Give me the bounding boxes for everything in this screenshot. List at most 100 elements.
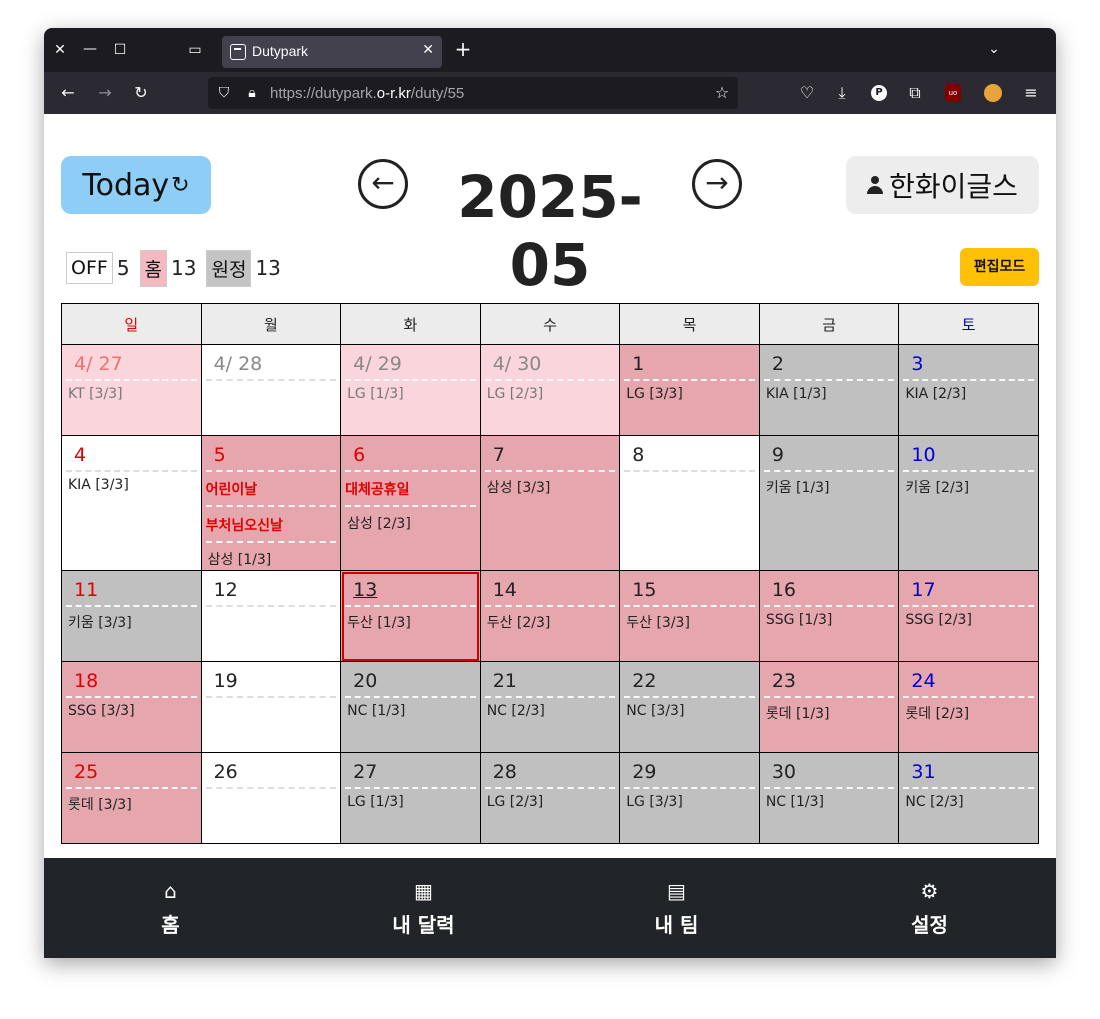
tab-close-icon[interactable]: ✕ bbox=[422, 42, 434, 58]
tab-overview-icon[interactable]: ▭ bbox=[185, 40, 205, 60]
forward-icon[interactable]: → bbox=[95, 83, 115, 103]
day-cell[interactable]: 29 LG [3/3] bbox=[619, 752, 760, 844]
game-label: 삼성 [1/3] bbox=[207, 552, 272, 568]
day-number: 3 bbox=[903, 349, 1034, 381]
day-cell[interactable]: 17 SSG [2/3] bbox=[898, 570, 1039, 662]
ublock-icon[interactable]: uo bbox=[945, 84, 961, 102]
day-cell[interactable]: 25 롯데 [3/3] bbox=[61, 752, 202, 844]
day-cell[interactable]: 22 NC [3/3] bbox=[619, 661, 760, 753]
tab-dutypark[interactable]: Dutypark ✕ bbox=[222, 36, 442, 68]
person-icon bbox=[867, 176, 884, 194]
day-cell[interactable]: 6 대체공휴일 삼성 [2/3] bbox=[340, 435, 481, 571]
duty-legend: OFF 5 홈 13 원정 13 bbox=[66, 248, 281, 288]
download-icon[interactable]: ⤓ bbox=[832, 83, 852, 103]
day-number: 29 bbox=[624, 757, 755, 789]
game-label: 키움 [1/3] bbox=[765, 480, 830, 496]
legend-home: 홈 13 bbox=[139, 249, 197, 287]
nav-home[interactable]: ⌂ 홈 bbox=[44, 858, 297, 958]
star-icon[interactable]: ☆ bbox=[712, 83, 732, 103]
day-cell[interactable]: 9 키움 [1/3] bbox=[758, 435, 900, 571]
day-cell[interactable]: 14 두산 [2/3] bbox=[479, 570, 621, 662]
legend-home-label: 홈 bbox=[139, 249, 168, 287]
chevron-down-icon[interactable]: ⌄ bbox=[984, 39, 1004, 59]
nav-my-team[interactable]: ▤ 내 팀 bbox=[550, 858, 803, 958]
nav-settings-label: 설정 bbox=[911, 912, 948, 937]
menu-icon[interactable]: ≡ bbox=[1021, 83, 1041, 103]
calendar-week: 25 롯데 [3/3] 26 27 LG [1/3] 28 LG [2/3] 29 LG… bbox=[61, 752, 1039, 844]
month-navigation: ← 2025-05 → bbox=[358, 159, 742, 299]
day-cell[interactable]: 20 NC [1/3] bbox=[340, 661, 481, 753]
extension-cookie-icon[interactable] bbox=[984, 84, 1002, 102]
nav-bar: ← → ↻ ⛉ 🔒︎ https://dutypark.o-r.kr/duty/… bbox=[44, 72, 1056, 114]
day-cell[interactable]: 18 SSG [3/3] bbox=[61, 661, 202, 753]
day-number: 10 bbox=[903, 440, 1034, 472]
close-window-icon[interactable]: ✕ bbox=[50, 40, 70, 60]
new-tab-icon[interactable]: + bbox=[453, 39, 473, 59]
day-number: 4/ 27 bbox=[66, 349, 197, 381]
game-label: LG [1/3] bbox=[347, 386, 404, 402]
day-cell[interactable]: 7 삼성 [3/3] bbox=[479, 435, 621, 571]
nav-my-calendar[interactable]: ▦ 내 달력 bbox=[297, 858, 550, 958]
tab-bar: ✕ — ☐ ▭ Dutypark ✕ + ⌄ bbox=[44, 28, 1056, 72]
day-cell[interactable]: 4/ 29 LG [1/3] bbox=[340, 344, 481, 436]
legend-off-label: OFF bbox=[66, 252, 113, 284]
url-bar[interactable]: ⛉ 🔒︎ https://dutypark.o-r.kr/duty/55 ☆ bbox=[208, 77, 738, 109]
day-number: 7 bbox=[484, 440, 616, 472]
legend-home-count: 13 bbox=[171, 256, 197, 280]
prev-month-icon[interactable]: ← bbox=[358, 159, 408, 209]
game-label: SSG [3/3] bbox=[68, 703, 135, 719]
minimize-icon[interactable]: — bbox=[80, 39, 100, 59]
gear-icon: ⚙ bbox=[920, 878, 939, 903]
day-cell[interactable]: 27 LG [1/3] bbox=[340, 752, 481, 844]
weekday-header: 일 월 화 수 목 금 토 bbox=[61, 303, 1039, 345]
shield-icon[interactable]: ⛉ bbox=[214, 83, 234, 103]
maximize-icon[interactable]: ☐ bbox=[110, 40, 130, 60]
day-cell[interactable]: 4/ 27 KT [3/3] bbox=[61, 344, 202, 436]
lock-icon[interactable]: 🔒︎ bbox=[242, 83, 262, 103]
day-cell[interactable]: 8 bbox=[619, 435, 760, 571]
day-cell[interactable]: 12 bbox=[200, 570, 342, 662]
game-label: 키움 [2/3] bbox=[905, 480, 970, 496]
extensions-icon[interactable]: ⧉ bbox=[905, 83, 925, 103]
day-cell[interactable]: 10 키움 [2/3] bbox=[898, 435, 1039, 571]
url-text[interactable]: https://dutypark.o-r.kr/duty/55 bbox=[270, 85, 464, 102]
day-cell-today[interactable]: 13 두산 [1/3] bbox=[340, 570, 481, 662]
day-cell[interactable]: 31 NC [2/3] bbox=[898, 752, 1039, 844]
day-cell[interactable]: 4/ 28 bbox=[200, 344, 342, 436]
day-cell[interactable]: 11 키움 [3/3] bbox=[61, 570, 202, 662]
day-cell[interactable]: 2 KIA [1/3] bbox=[758, 344, 900, 436]
pocket-icon[interactable]: ♡ bbox=[797, 83, 817, 103]
day-cell[interactable]: 24 롯데 [2/3] bbox=[898, 661, 1039, 753]
day-cell[interactable]: 23 롯데 [1/3] bbox=[758, 661, 900, 753]
day-cell[interactable]: 4/ 30 LG [2/3] bbox=[479, 344, 621, 436]
day-cell[interactable]: 3 KIA [2/3] bbox=[898, 344, 1039, 436]
day-number: 27 bbox=[345, 757, 476, 789]
nav-settings[interactable]: ⚙ 설정 bbox=[803, 858, 1056, 958]
legend-off-count: 5 bbox=[116, 256, 130, 280]
day-cell[interactable]: 5 어린이날 부처님오신날 삼성 [1/3] bbox=[200, 435, 342, 571]
next-month-icon[interactable]: → bbox=[692, 159, 742, 209]
page-content: Today ↻ ← 2025-05 → 한화이글스 OFF 5 홈 13 원정 … bbox=[44, 114, 1056, 858]
edit-mode-button[interactable]: 편집모드 bbox=[960, 248, 1039, 286]
day-cell[interactable]: 28 LG [2/3] bbox=[479, 752, 621, 844]
day-cell[interactable]: 26 bbox=[200, 752, 342, 844]
day-cell[interactable]: 21 NC [2/3] bbox=[479, 661, 621, 753]
day-cell[interactable]: 19 bbox=[200, 661, 342, 753]
day-cell[interactable]: 15 두산 [3/3] bbox=[619, 570, 760, 662]
game-label: 롯데 [3/3] bbox=[68, 797, 132, 813]
weekday-sat: 토 bbox=[898, 303, 1039, 345]
day-cell[interactable]: 30 NC [1/3] bbox=[758, 752, 900, 844]
back-icon[interactable]: ← bbox=[58, 83, 78, 103]
day-number: 12 bbox=[205, 575, 337, 607]
day-number: 30 bbox=[763, 757, 895, 789]
today-button[interactable]: Today ↻ bbox=[61, 156, 211, 214]
day-cell[interactable]: 1 LG [3/3] bbox=[619, 344, 760, 436]
reload-icon[interactable]: ↻ bbox=[131, 83, 151, 103]
day-number: 25 bbox=[66, 757, 197, 789]
profile-p-icon[interactable]: P bbox=[871, 85, 887, 101]
weekday-sun: 일 bbox=[61, 303, 202, 345]
team-button[interactable]: 한화이글스 bbox=[846, 156, 1039, 214]
game-label: NC [1/3] bbox=[347, 703, 406, 719]
day-cell[interactable]: 16 SSG [1/3] bbox=[758, 570, 900, 662]
day-cell[interactable]: 4 KIA [3/3] bbox=[61, 435, 202, 571]
